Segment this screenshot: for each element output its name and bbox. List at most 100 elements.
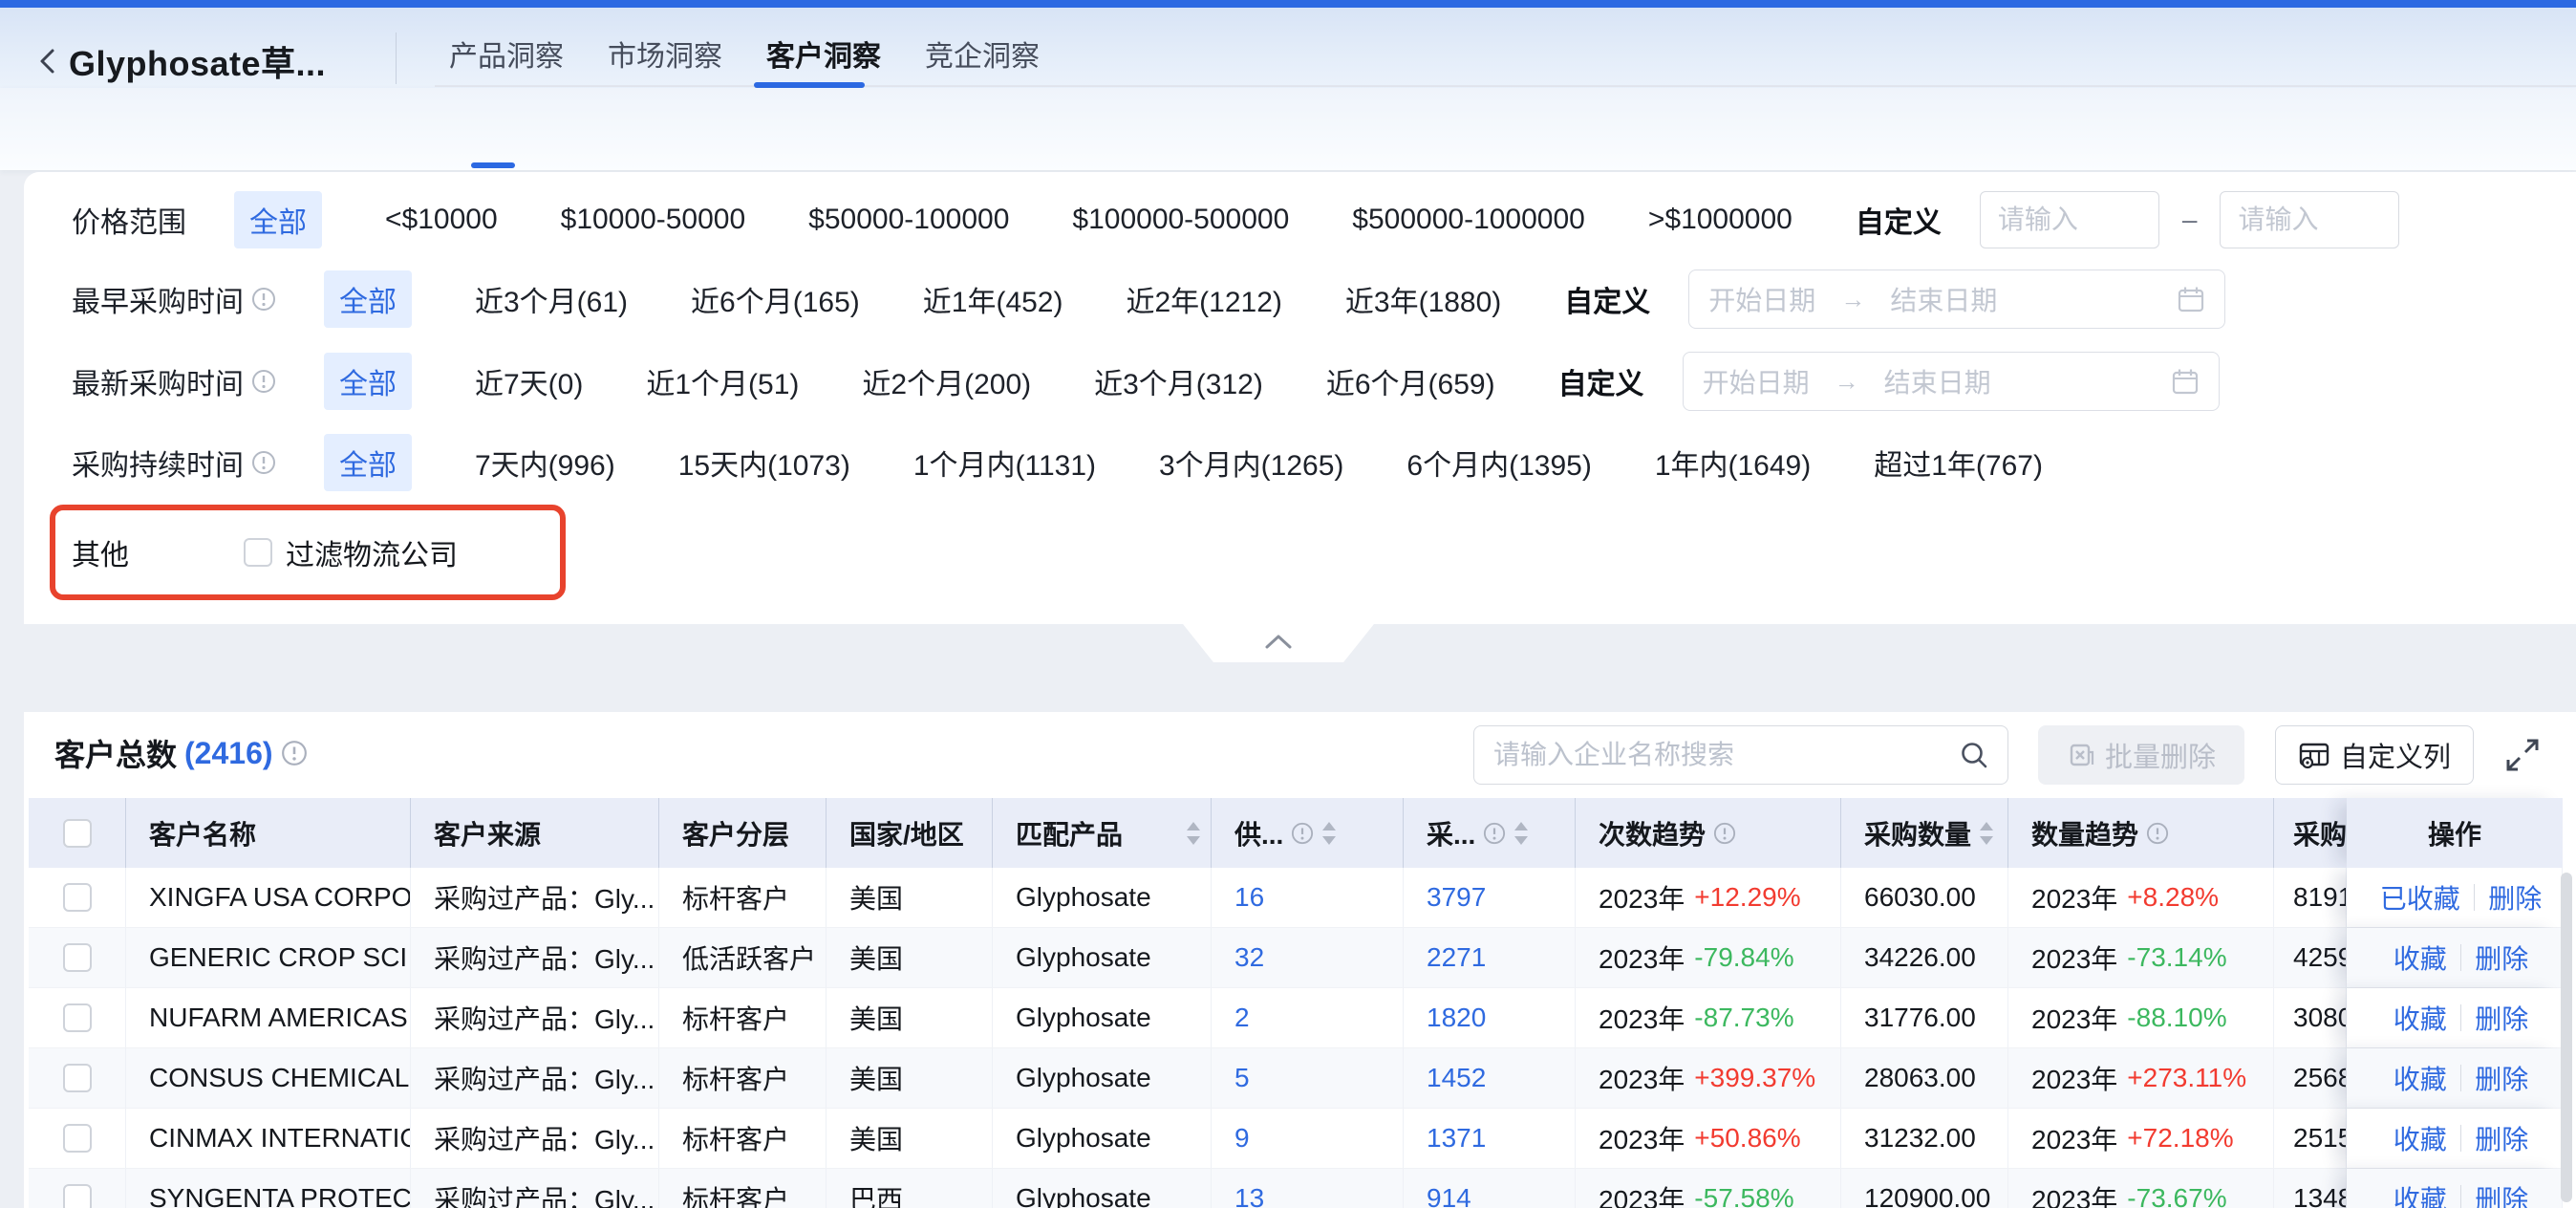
row-checkbox[interactable] xyxy=(29,1109,126,1168)
company-search-input[interactable] xyxy=(1474,740,1958,770)
latest-date-range-picker[interactable]: 开始日期 → 结束日期 xyxy=(1683,352,2220,411)
duration-option[interactable]: 6个月内(1395) xyxy=(1406,442,1591,484)
price-option[interactable]: $50000-100000 xyxy=(808,204,1009,236)
info-icon[interactable] xyxy=(2146,822,2169,845)
supplier-count-link[interactable]: 32 xyxy=(1212,928,1404,987)
table-row[interactable]: NUFARM AMERICAS, 采购过产品：Gly... 标杆客户 美国 Gl… xyxy=(29,988,2563,1048)
purchase-count-link[interactable]: 1820 xyxy=(1404,988,1576,1047)
favorite-link[interactable]: 收藏 xyxy=(2394,1059,2447,1097)
earliest-custom-label[interactable]: 自定义 xyxy=(1564,278,1650,320)
latest-option[interactable]: 近3个月(312) xyxy=(1094,360,1263,402)
select-all-checkbox[interactable] xyxy=(29,798,126,868)
price-option[interactable]: <$10000 xyxy=(385,204,498,236)
purchase-count-link[interactable]: 3797 xyxy=(1404,868,1576,927)
table-row[interactable]: SYNGENTA PROTEC 采购过产品：Gly... 标杆客户 巴西 Gly… xyxy=(29,1169,2563,1208)
customer-name[interactable]: XINGFA USA CORPO xyxy=(149,882,411,913)
duration-option[interactable]: 3个月内(1265) xyxy=(1159,442,1343,484)
delete-link[interactable]: 删除 xyxy=(2475,1179,2528,1208)
sort-icon[interactable] xyxy=(1979,821,1994,846)
purchase-count-link[interactable]: 1371 xyxy=(1404,1109,1576,1168)
supplier-count-link[interactable]: 13 xyxy=(1212,1169,1404,1208)
duration-option[interactable]: 1年内(1649) xyxy=(1655,442,1811,484)
price-option[interactable]: $100000-500000 xyxy=(1072,204,1289,236)
earliest-option[interactable]: 近3个月(61) xyxy=(475,278,628,320)
info-icon[interactable] xyxy=(251,369,276,394)
latest-option[interactable]: 近7天(0) xyxy=(475,360,583,402)
collapse-filter-tab[interactable] xyxy=(1183,624,1374,662)
tab-competitor-insight[interactable]: 竞企洞察 xyxy=(925,32,1040,75)
vertical-scrollbar[interactable] xyxy=(2561,873,2572,1202)
table-row[interactable]: CINMAX INTERNATIO 采购过产品：Gly... 标杆客户 美国 G… xyxy=(29,1109,2563,1169)
custom-columns-button[interactable]: 自定义列 xyxy=(2275,725,2474,785)
delete-link[interactable]: 删除 xyxy=(2475,999,2528,1037)
customer-name[interactable]: SYNGENTA PROTEC xyxy=(149,1183,411,1208)
latest-option[interactable]: 近2个月(200) xyxy=(862,360,1031,402)
duration-option[interactable]: 超过1年(767) xyxy=(1874,442,2043,484)
favorite-link[interactable]: 已收藏 xyxy=(2380,878,2460,917)
supplier-count-link[interactable]: 9 xyxy=(1212,1109,1404,1168)
info-icon[interactable] xyxy=(281,740,308,766)
duration-option[interactable]: 7天内(996) xyxy=(475,442,615,484)
earliest-option[interactable]: 近1年(452) xyxy=(923,278,1063,320)
price-min-input[interactable] xyxy=(1980,191,2159,248)
delete-link[interactable]: 删除 xyxy=(2475,1059,2528,1097)
price-option[interactable]: $10000-50000 xyxy=(561,204,746,236)
supplier-count-link[interactable]: 16 xyxy=(1212,868,1404,927)
favorite-link[interactable]: 收藏 xyxy=(2394,938,2447,977)
customer-name[interactable]: CINMAX INTERNATIO xyxy=(149,1123,411,1154)
delete-link[interactable]: 删除 xyxy=(2475,1119,2528,1157)
earliest-option[interactable]: 近2年(1212) xyxy=(1126,278,1281,320)
row-checkbox[interactable] xyxy=(29,988,126,1047)
duration-option[interactable]: 1个月内(1131) xyxy=(913,442,1096,484)
fullscreen-icon[interactable] xyxy=(2502,735,2543,775)
table-row[interactable]: GENERIC CROP SCI 采购过产品：Gly... 低活跃客户 美国 G… xyxy=(29,928,2563,988)
table-row[interactable]: CONSUS CHEMICAL 采购过产品：Gly... 标杆客户 美国 Gly… xyxy=(29,1048,2563,1109)
table-row[interactable]: XINGFA USA CORPO 采购过产品：Gly... 标杆客户 美国 Gl… xyxy=(29,868,2563,928)
delete-link[interactable]: 删除 xyxy=(2488,878,2542,917)
price-option[interactable]: >$1000000 xyxy=(1648,204,1792,236)
row-checkbox[interactable] xyxy=(29,1048,126,1108)
favorite-link[interactable]: 收藏 xyxy=(2394,1179,2447,1208)
price-option[interactable]: $500000-1000000 xyxy=(1352,204,1585,236)
customer-name[interactable]: CONSUS CHEMICAL xyxy=(149,1063,409,1093)
purchase-count-link[interactable]: 1452 xyxy=(1404,1048,1576,1108)
latest-option[interactable]: 近6个月(659) xyxy=(1326,360,1495,402)
latest-option-all[interactable]: 全部 xyxy=(324,353,412,410)
row-checkbox[interactable] xyxy=(29,868,126,927)
company-search-box[interactable] xyxy=(1473,725,2008,785)
price-option-all[interactable]: 全部 xyxy=(234,191,322,248)
info-icon[interactable] xyxy=(251,450,276,475)
duration-option-all[interactable]: 全部 xyxy=(324,434,412,491)
price-max-input[interactable] xyxy=(2220,191,2399,248)
earliest-option[interactable]: 近3年(1880) xyxy=(1345,278,1501,320)
row-checkbox[interactable] xyxy=(29,928,126,987)
price-custom-label[interactable]: 自定义 xyxy=(1856,199,1942,241)
back-chevron-icon[interactable] xyxy=(34,47,59,76)
batch-delete-button[interactable]: 批量删除 xyxy=(2038,725,2244,785)
tab-customer-insight[interactable]: 客户洞察 xyxy=(766,32,881,75)
info-icon[interactable] xyxy=(251,287,276,312)
sort-icon[interactable] xyxy=(1186,821,1201,846)
earliest-option-all[interactable]: 全部 xyxy=(324,270,412,328)
tab-product-insight[interactable]: 产品洞察 xyxy=(449,32,564,75)
delete-link[interactable]: 删除 xyxy=(2475,938,2528,977)
customer-name[interactable]: NUFARM AMERICAS, xyxy=(149,1003,411,1033)
customer-count[interactable]: 2416 xyxy=(195,736,263,770)
supplier-count-link[interactable]: 5 xyxy=(1212,1048,1404,1108)
supplier-count-link[interactable]: 2 xyxy=(1212,988,1404,1047)
purchase-count-link[interactable]: 914 xyxy=(1404,1169,1576,1208)
purchase-count-link[interactable]: 2271 xyxy=(1404,928,1576,987)
filter-logistics-checkbox[interactable] xyxy=(244,538,272,567)
earliest-date-range-picker[interactable]: 开始日期 → 结束日期 xyxy=(1688,270,2225,329)
info-icon[interactable] xyxy=(1291,822,1314,845)
row-checkbox[interactable] xyxy=(29,1169,126,1208)
earliest-option[interactable]: 近6个月(165) xyxy=(691,278,860,320)
customer-name[interactable]: GENERIC CROP SCI xyxy=(149,942,407,973)
favorite-link[interactable]: 收藏 xyxy=(2394,1119,2447,1157)
info-icon[interactable] xyxy=(1713,822,1736,845)
info-icon[interactable] xyxy=(1483,822,1506,845)
tab-market-insight[interactable]: 市场洞察 xyxy=(608,32,722,75)
latest-option[interactable]: 近1个月(51) xyxy=(646,360,799,402)
favorite-link[interactable]: 收藏 xyxy=(2394,999,2447,1037)
sort-icon[interactable] xyxy=(1321,821,1337,846)
